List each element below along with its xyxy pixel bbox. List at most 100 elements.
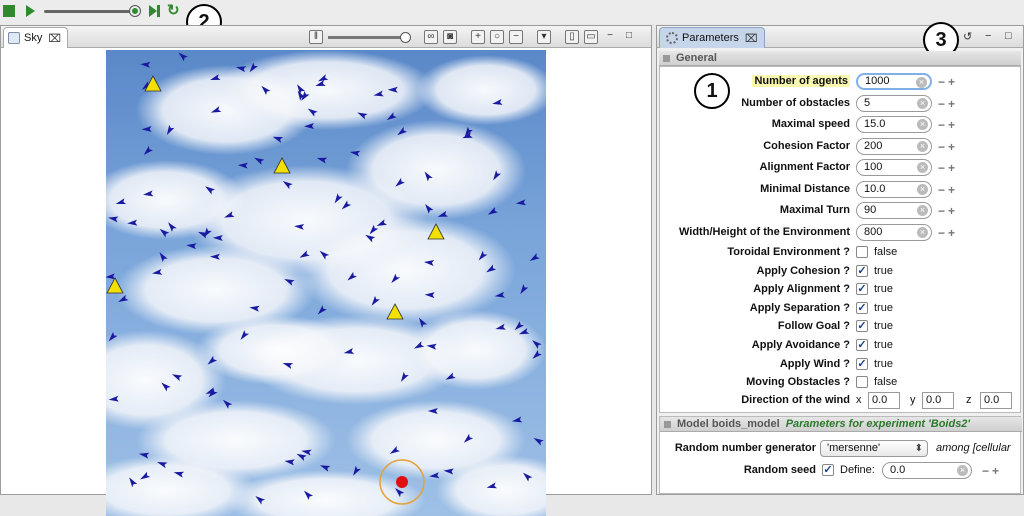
- close-icon[interactable]: ⌧: [745, 32, 758, 45]
- param-field[interactable]: 800 ×: [856, 223, 932, 241]
- clear-icon[interactable]: ×: [917, 226, 928, 238]
- bool-checkbox[interactable]: ✓: [856, 264, 868, 277]
- param-row: Minimal Distance 10.0 × −+: [660, 180, 1022, 200]
- toggle-side-icon[interactable]: ▯: [565, 30, 579, 44]
- maximize-icon[interactable]: □: [622, 30, 636, 44]
- wind-x-field[interactable]: 0.0: [868, 392, 900, 409]
- param-stepper[interactable]: −+: [938, 183, 958, 197]
- cloud-layer: [106, 50, 546, 516]
- cloud: [196, 315, 356, 385]
- param-stepper[interactable]: −+: [938, 75, 958, 89]
- toggle-overlay-icon[interactable]: ▭: [584, 30, 598, 44]
- param-stepper[interactable]: −+: [938, 226, 958, 240]
- bool-checkbox[interactable]: ✓: [856, 320, 868, 333]
- param-row: Number of obstacles 5 × −+: [660, 94, 1022, 114]
- goal-marker: [396, 476, 408, 488]
- maximize-icon[interactable]: □: [1005, 30, 1012, 42]
- param-stepper[interactable]: −+: [938, 140, 958, 154]
- bool-checkbox[interactable]: [856, 246, 868, 258]
- minimize-icon[interactable]: −: [985, 30, 991, 42]
- clear-icon[interactable]: ×: [917, 140, 928, 152]
- clear-icon[interactable]: ×: [917, 205, 928, 216]
- boid: [237, 162, 248, 169]
- param-stepper[interactable]: −+: [938, 204, 958, 218]
- layers-icon[interactable]: ▾: [537, 30, 551, 44]
- param-field[interactable]: 5 ×: [856, 94, 932, 112]
- close-icon[interactable]: ⌧: [48, 32, 61, 45]
- bool-value: true: [874, 357, 893, 370]
- param-field[interactable]: 10.0 ×: [856, 180, 932, 198]
- wind-z-label: z: [966, 394, 972, 406]
- pause-icon[interactable]: ‖: [309, 30, 323, 44]
- seed-define-checkbox[interactable]: ✓: [822, 464, 834, 476]
- tab-parameters[interactable]: Parameters ⌧: [659, 27, 765, 48]
- speed-slider[interactable]: [44, 10, 136, 13]
- play-icon[interactable]: [26, 5, 35, 17]
- wind-y-field[interactable]: 0.0: [922, 392, 954, 409]
- boid: [178, 52, 188, 62]
- seed-field[interactable]: 0.0 ×: [882, 462, 972, 479]
- display-icon: [8, 32, 20, 44]
- general-section-header[interactable]: General: [659, 51, 1021, 66]
- minimize-icon[interactable]: −: [603, 30, 617, 44]
- cloud: [216, 50, 436, 130]
- param-field[interactable]: 90 ×: [856, 202, 932, 219]
- speed-slider-knob[interactable]: [130, 6, 140, 16]
- rng-select[interactable]: 'mersenne': [820, 440, 928, 457]
- bool-checkbox[interactable]: ✓: [856, 301, 868, 314]
- seed-stepper[interactable]: −+: [982, 464, 1002, 478]
- obstacle: [273, 157, 291, 174]
- param-field[interactable]: 15.0 ×: [856, 116, 932, 133]
- link-icon[interactable]: ∞: [424, 30, 438, 44]
- clear-icon[interactable]: ×: [916, 77, 927, 88]
- gear-icon: [666, 32, 678, 44]
- bool-value: true: [874, 283, 893, 296]
- cloud: [416, 55, 546, 125]
- simulation-canvas[interactable]: [106, 50, 546, 516]
- model-section-header[interactable]: Model boids_model Parameters for experim…: [660, 417, 1022, 432]
- tab-sky-label: Sky: [24, 32, 43, 44]
- zoom-out-icon[interactable]: −: [509, 30, 523, 44]
- seed-define-label: Define:: [840, 464, 875, 476]
- param-field[interactable]: 1000 ×: [856, 73, 932, 90]
- param-label: Number of obstacles: [741, 96, 850, 109]
- param-stepper[interactable]: −+: [938, 97, 958, 111]
- wind-z-field[interactable]: 0.0: [980, 392, 1012, 409]
- wind-y-label: y: [910, 394, 916, 406]
- bool-row: Follow Goal ? ✓ true: [660, 317, 1022, 337]
- bool-value: true: [874, 339, 893, 351]
- param-stepper[interactable]: −+: [938, 118, 958, 132]
- param-stepper[interactable]: −+: [938, 161, 958, 175]
- bool-checkbox[interactable]: ✓: [856, 283, 868, 296]
- param-label: Number of agents: [752, 75, 850, 87]
- bool-row: Apply Avoidance ? ✓ true: [660, 336, 1022, 356]
- step-icon[interactable]: [149, 5, 161, 17]
- clear-icon[interactable]: ×: [957, 465, 968, 476]
- rng-suffix: among [cellular: [936, 442, 1011, 454]
- param-field[interactable]: 200 ×: [856, 137, 932, 155]
- boid: [140, 61, 151, 68]
- clear-icon[interactable]: ×: [917, 119, 928, 130]
- cloud: [296, 215, 516, 325]
- zoom-in-icon[interactable]: +: [471, 30, 485, 44]
- camera-icon[interactable]: ◙: [443, 30, 457, 44]
- param-value: 800: [864, 225, 883, 238]
- zoom-fit-icon[interactable]: ○: [490, 30, 504, 44]
- bool-checkbox[interactable]: ✓: [856, 339, 868, 351]
- stop-icon[interactable]: [3, 5, 15, 17]
- clear-icon[interactable]: ×: [917, 183, 928, 195]
- revert-icon[interactable]: ↺: [963, 30, 972, 43]
- tab-sky[interactable]: Sky ⌧: [3, 27, 69, 48]
- param-field[interactable]: 100 ×: [856, 159, 932, 176]
- refresh-slider[interactable]: [328, 31, 411, 43]
- bool-checkbox[interactable]: [856, 376, 868, 389]
- clear-icon[interactable]: ×: [917, 97, 928, 109]
- bool-row: Apply Cohesion ? ✓ true: [660, 262, 1022, 282]
- bool-checkbox[interactable]: ✓: [856, 357, 868, 370]
- sky-drawing: [106, 50, 546, 516]
- param-value: 15.0: [864, 118, 886, 130]
- clear-icon[interactable]: ×: [917, 162, 928, 173]
- boid: [529, 253, 540, 261]
- boid: [143, 145, 153, 155]
- reload-icon[interactable]: ↻: [167, 3, 180, 19]
